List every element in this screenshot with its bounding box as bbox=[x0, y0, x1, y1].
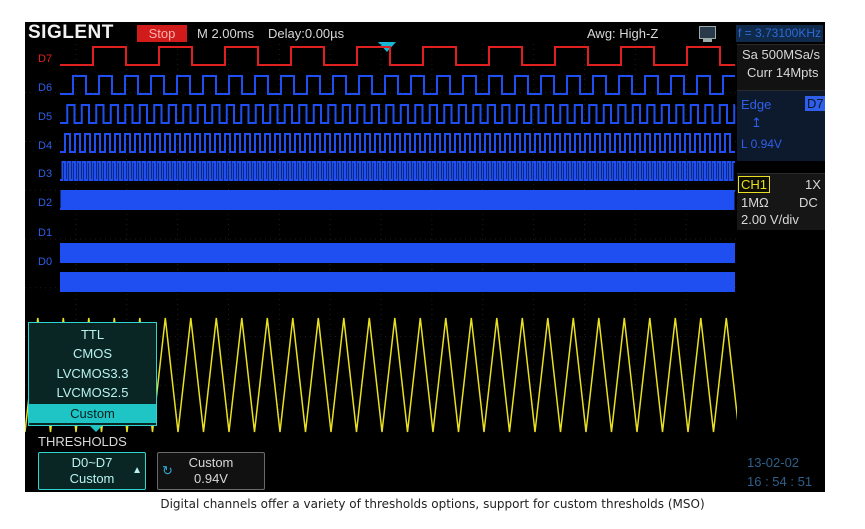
frequency-counter: f = 3.73100KHz bbox=[736, 25, 823, 42]
ch1-panel[interactable]: CH1 1X 1MΩ DC 2.00 V/div bbox=[737, 173, 825, 230]
channel-label-d7: D7 bbox=[38, 53, 53, 65]
usb-icon bbox=[699, 26, 716, 42]
channel-label-d4: D4 bbox=[38, 140, 53, 152]
channel-label-d1: D1 bbox=[38, 227, 53, 239]
channel-label-d6: D6 bbox=[38, 82, 53, 94]
oscilloscope-screen: SIGLENT Stop M 2.00ms Delay:0.00µs Awg: … bbox=[25, 22, 825, 492]
threshold-value-line1: Custom bbox=[188, 455, 234, 470]
memory-depth: Curr 14Mpts bbox=[747, 65, 819, 80]
channel-group-button[interactable]: D0~D7 Custom ▲ bbox=[38, 452, 146, 490]
digital-traces bbox=[60, 46, 736, 292]
run-stop-indicator[interactable]: Stop bbox=[137, 25, 187, 42]
channel-label-d0: D0 bbox=[38, 256, 53, 268]
vertical-scale: 2.00 V/div bbox=[741, 212, 799, 227]
threshold-value-button[interactable]: ↻ Custom 0.94V bbox=[157, 452, 265, 490]
probe-ratio: 1X bbox=[805, 177, 821, 192]
brand-logo: SIGLENT bbox=[28, 22, 114, 43]
digital-trace-d0 bbox=[60, 272, 735, 292]
threshold-menu[interactable]: TTL CMOS LVCMOS3.3 LVCMOS2.5 Custom bbox=[28, 322, 157, 432]
menu-item-custom[interactable]: Custom bbox=[29, 404, 156, 423]
channel-label-d2: D2 bbox=[38, 197, 53, 209]
status-bar: SIGLENT Stop M 2.00ms Delay:0.00µs Awg: … bbox=[25, 22, 825, 44]
menu-item-ttl[interactable]: TTL bbox=[29, 325, 156, 344]
digital-trace-d4 bbox=[60, 133, 735, 153]
menu-title: THRESHOLDS bbox=[38, 434, 127, 449]
channel-group-line1: D0~D7 bbox=[71, 455, 113, 470]
input-impedance: 1MΩ bbox=[741, 195, 769, 210]
digital-trace-d3 bbox=[60, 161, 735, 181]
time: 16 : 54 : 51 bbox=[747, 474, 813, 489]
digital-trace-d6 bbox=[60, 75, 735, 95]
trigger-level: L 0.94V bbox=[741, 137, 782, 151]
datetime: 13-02-02 16 : 54 : 51 bbox=[747, 453, 812, 491]
menu-item-cmos[interactable]: CMOS bbox=[29, 344, 156, 363]
menu-item-lvcmos33[interactable]: LVCMOS3.3 bbox=[29, 364, 156, 383]
channel-group-line2: Custom bbox=[69, 471, 115, 486]
sample-rate: Sa 500MSa/s bbox=[742, 47, 821, 62]
arrow-up-icon: ▲ bbox=[132, 465, 142, 476]
digital-trace-d5 bbox=[60, 104, 736, 124]
menu-pointer-icon bbox=[89, 425, 103, 432]
channel-name: CH1 bbox=[738, 176, 771, 193]
rising-edge-icon: ↥ bbox=[751, 115, 762, 130]
trigger-type: Edge bbox=[741, 97, 772, 112]
digital-trace-d7 bbox=[60, 46, 735, 66]
threshold-value-line2: 0.94V bbox=[194, 471, 228, 486]
digital-trace-d1 bbox=[60, 243, 735, 263]
coupling: DC bbox=[799, 195, 818, 210]
trigger-source: D7 bbox=[805, 96, 825, 111]
timebase-readout[interactable]: M 2.00ms bbox=[197, 25, 254, 42]
awg-status: Awg: High-Z bbox=[587, 26, 659, 41]
digital-trace-d2 bbox=[60, 190, 735, 210]
delay-readout[interactable]: Delay:0.00µs bbox=[268, 25, 344, 42]
rotary-knob-icon: ↻ bbox=[162, 463, 173, 478]
menu-item-lvcmos25[interactable]: LVCMOS2.5 bbox=[29, 383, 156, 402]
caption: Digital channels offer a variety of thre… bbox=[160, 497, 705, 511]
channel-label-d3: D3 bbox=[38, 168, 53, 180]
channel-label-d5: D5 bbox=[38, 111, 53, 123]
trigger-panel[interactable]: Edge D7 ↥ L 0.94V bbox=[737, 90, 825, 161]
date: 13-02-02 bbox=[747, 455, 800, 470]
